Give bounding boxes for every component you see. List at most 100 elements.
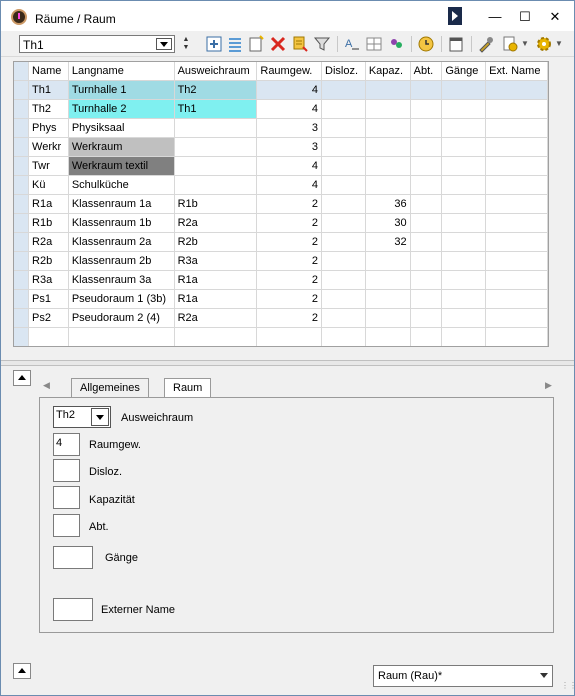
table-row[interactable]: Phys Physiksaal 3 (14, 118, 548, 138)
table-cell[interactable] (174, 156, 258, 176)
table-cell[interactable]: R3a (28, 270, 69, 290)
table-cell[interactable]: Kü (28, 175, 69, 195)
table-cell[interactable]: Werkraum textil (68, 156, 175, 176)
table-cell[interactable]: R1a (28, 194, 69, 214)
table-cell[interactable]: Ps1 (28, 289, 69, 309)
table-cell[interactable] (321, 308, 366, 328)
row-selector[interactable] (14, 270, 30, 290)
table-row[interactable]: Ps2 Pseudoraum 2 (4) R2a 2 (14, 308, 548, 328)
table-cell[interactable]: Th1 (174, 99, 258, 119)
table-cell[interactable]: 2 (256, 251, 323, 271)
table-cell[interactable]: 36 (365, 194, 411, 214)
col-header[interactable]: Ausweichraum (174, 62, 258, 81)
table-row[interactable]: R1b Klassenraum 1b R2a 2 30 (14, 213, 548, 233)
table-cell[interactable] (485, 289, 548, 309)
table-cell[interactable]: Pseudoraum 2 (4) (68, 308, 175, 328)
table-cell[interactable]: 2 (256, 213, 323, 233)
table-cell[interactable]: R1a (174, 270, 258, 290)
table-cell[interactable] (365, 270, 411, 290)
table-cell[interactable] (410, 270, 443, 290)
table-cell[interactable]: R2b (174, 232, 258, 252)
table-cell[interactable]: Physiksaal (68, 118, 175, 138)
table-cell[interactable]: 4 (256, 156, 323, 176)
table-cell[interactable] (365, 137, 411, 157)
table-cell[interactable]: R3a (174, 251, 258, 271)
table-cell[interactable] (174, 118, 258, 138)
table-cell[interactable] (321, 80, 366, 100)
table-cell[interactable] (441, 118, 487, 138)
table-cell[interactable] (410, 175, 443, 195)
table-cell[interactable] (410, 80, 443, 100)
row-selector[interactable] (14, 194, 30, 214)
table-cell[interactable]: 3 (256, 137, 323, 157)
table-cell[interactable]: Th1 (28, 80, 69, 100)
gaenge-field[interactable] (53, 546, 93, 569)
filter-icon[interactable] (313, 35, 331, 53)
col-header[interactable]: Gänge (441, 62, 487, 81)
row-selector[interactable] (14, 289, 30, 309)
table-cell[interactable] (365, 80, 411, 100)
table-cell[interactable]: Ps2 (28, 308, 69, 328)
row-selector[interactable] (14, 308, 30, 328)
table-cell[interactable]: 4 (256, 175, 323, 195)
table-cell[interactable] (485, 270, 548, 290)
table-cell[interactable]: Turnhalle 1 (68, 80, 175, 100)
table-cell[interactable] (410, 194, 443, 214)
table-cell[interactable] (485, 175, 548, 195)
row-selector[interactable] (14, 251, 30, 271)
table-cell[interactable] (441, 232, 487, 252)
chevron-down-icon[interactable]: ▼ (555, 39, 563, 48)
text-format-icon[interactable]: A (343, 35, 361, 53)
edit-tools-icon[interactable] (477, 35, 495, 53)
table-cell[interactable] (321, 99, 366, 119)
table-cell[interactable]: R2a (174, 308, 258, 328)
table-cell[interactable] (365, 175, 411, 195)
table-cell[interactable] (441, 327, 487, 346)
calendar-icon[interactable] (447, 35, 465, 53)
table-row[interactable]: Kü Schulküche 4 (14, 175, 548, 195)
close-button[interactable]: ✕ (545, 9, 565, 25)
table-cell[interactable] (485, 213, 548, 233)
table-cell[interactable] (441, 289, 487, 309)
minimize-button[interactable]: — (485, 9, 505, 25)
view-selector-dropdown[interactable]: Raum (Rau)* (373, 665, 553, 687)
table-cell[interactable]: Werkr (28, 137, 69, 157)
row-selector[interactable] (14, 118, 30, 138)
table-cell[interactable] (321, 175, 366, 195)
row-selector[interactable] (14, 213, 30, 233)
table-row[interactable]: Twr Werkraum textil 4 (14, 156, 548, 176)
row-selector[interactable] (14, 80, 30, 100)
table-cell[interactable]: R1a (174, 289, 258, 309)
table-cell[interactable] (28, 327, 69, 346)
chevron-down-icon[interactable]: ▼ (521, 39, 529, 48)
table-cell[interactable] (256, 327, 323, 346)
table-cell[interactable]: Schulküche (68, 175, 175, 195)
table-cell[interactable] (441, 175, 487, 195)
table-cell[interactable] (410, 137, 443, 157)
table-cell[interactable] (485, 194, 548, 214)
pin-icon[interactable] (448, 7, 462, 25)
table-cell[interactable]: Klassenraum 1a (68, 194, 175, 214)
table-cell[interactable] (365, 99, 411, 119)
table-cell[interactable] (321, 270, 366, 290)
table-cell[interactable] (321, 327, 366, 346)
col-header[interactable]: Ext. Name (485, 62, 548, 81)
table-cell[interactable] (365, 251, 411, 271)
table-cell[interactable] (410, 289, 443, 309)
table-cell[interactable] (441, 194, 487, 214)
col-header[interactable]: Kapaz. (365, 62, 411, 81)
expand-up-button[interactable] (13, 663, 31, 679)
table-row[interactable]: R2b Klassenraum 2b R3a 2 (14, 251, 548, 271)
table-row[interactable]: R1a Klassenraum 1a R1b 2 36 (14, 194, 548, 214)
sort-icon[interactable] (291, 35, 309, 53)
table-cell[interactable] (321, 118, 366, 138)
table-cell[interactable] (410, 327, 443, 346)
kapazitaet-field[interactable] (53, 486, 80, 509)
table-cell[interactable] (485, 308, 548, 328)
table-cell[interactable]: 4 (256, 99, 323, 119)
table-row[interactable]: Werkr Werkraum 3 (14, 137, 548, 157)
row-selector[interactable] (14, 156, 30, 176)
new-document-icon[interactable] (247, 35, 265, 53)
row-selector[interactable] (14, 232, 30, 252)
table-cell[interactable] (410, 251, 443, 271)
